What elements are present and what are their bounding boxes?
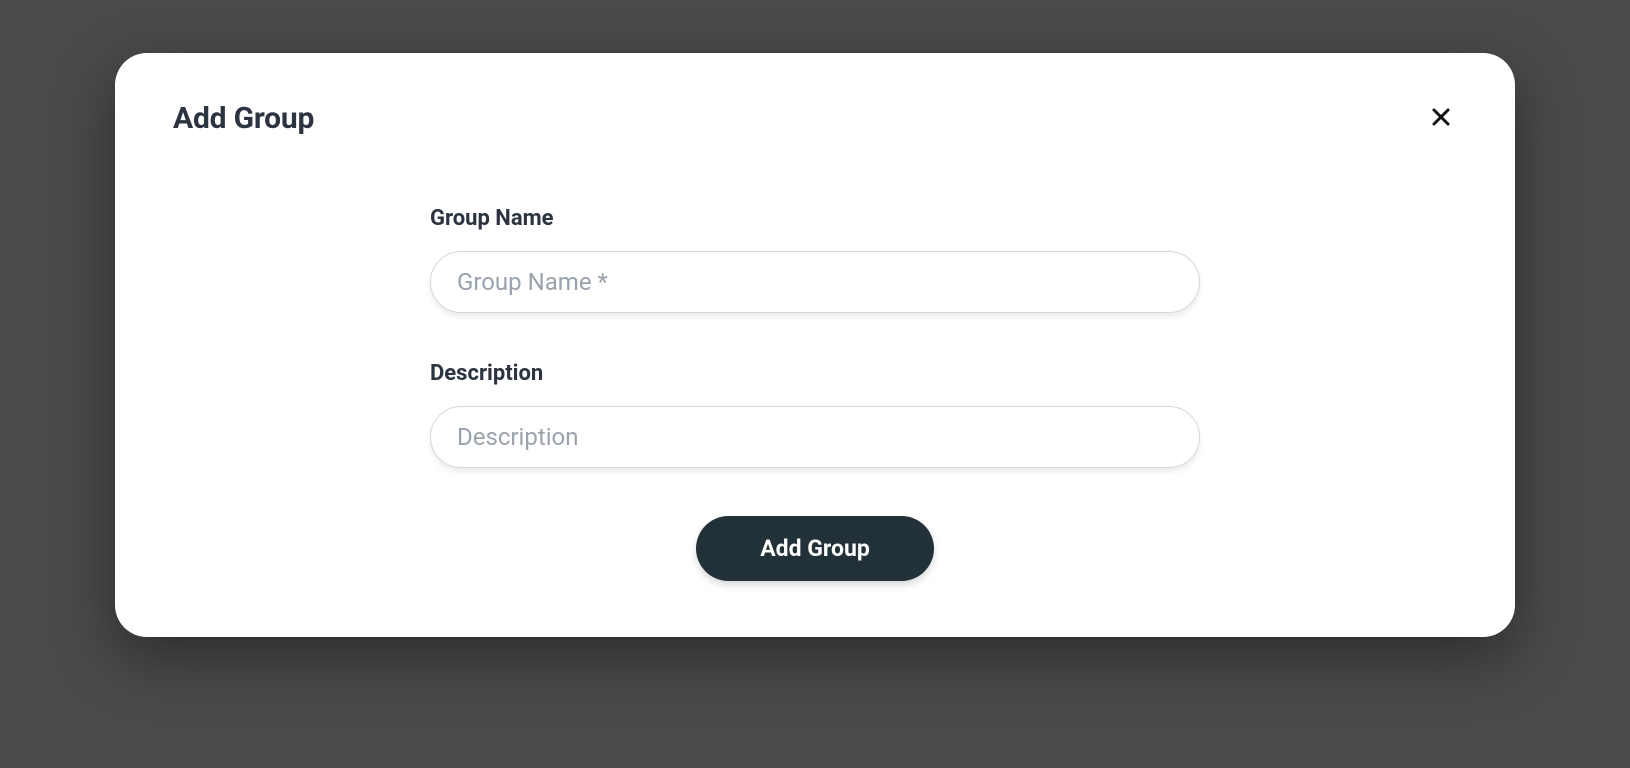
- modal-header: Add Group: [173, 101, 1457, 136]
- modal-title: Add Group: [173, 101, 314, 136]
- description-label: Description: [430, 361, 1200, 386]
- group-name-label: Group Name: [430, 206, 1200, 231]
- add-group-modal: Add Group Group Name Description Add Gro…: [115, 53, 1515, 637]
- description-field: Description: [430, 361, 1200, 468]
- add-group-button[interactable]: Add Group: [696, 516, 934, 581]
- group-name-input[interactable]: [430, 251, 1200, 313]
- form-area: Group Name Description Add Group: [430, 206, 1200, 581]
- close-icon: [1429, 105, 1453, 129]
- close-button[interactable]: [1425, 101, 1457, 133]
- submit-row: Add Group: [430, 516, 1200, 581]
- description-input[interactable]: [430, 406, 1200, 468]
- group-name-field: Group Name: [430, 206, 1200, 313]
